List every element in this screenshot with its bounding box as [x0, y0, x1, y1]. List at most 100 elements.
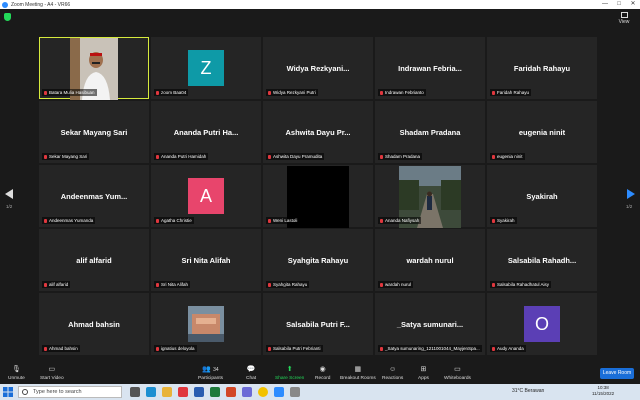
leave-room-button[interactable]: Leave Room — [600, 368, 634, 379]
muted-microphone-icon — [380, 90, 383, 95]
participant-tile[interactable]: Syahgita Rahayu Syahgita Rahayu — [263, 229, 373, 291]
word-icon[interactable] — [194, 387, 204, 397]
chrome-icon[interactable] — [258, 387, 268, 397]
participant-tile[interactable]: O Audy Ananda — [487, 293, 597, 355]
view-label: View — [618, 19, 630, 25]
muted-microphone-icon — [156, 218, 159, 223]
participant-display-name: Ashwita Dayu Pr... — [285, 128, 351, 137]
excel-icon[interactable] — [210, 387, 220, 397]
participant-name-label: Shadam Pradana — [378, 153, 423, 160]
participant-tile[interactable]: Ashwita Dayu Pr... Ashwita Dayu Pramudita — [263, 101, 373, 163]
breakout-rooms-button[interactable]: ▦ Breakout Rooms — [340, 365, 376, 381]
participant-tile[interactable]: Weni Lastoli — [263, 165, 373, 228]
participant-tile[interactable]: Salsabila Rahadh... Salsabila Rahadhatul … — [487, 229, 597, 291]
participants-icon: 👥 34 — [202, 366, 219, 373]
participant-name-label: Salsabila Rahadhatul Aisy — [490, 281, 552, 288]
powerpoint-icon[interactable] — [226, 387, 236, 397]
participant-gallery: Batara Mulia Hasibuan Zzoom Baa04 Widya Re… — [39, 37, 600, 360]
muted-microphone-icon — [380, 282, 383, 287]
muted-microphone-icon — [268, 154, 271, 159]
participant-tile[interactable]: wardah nurul wardah nurul — [375, 229, 485, 291]
whiteboards-button[interactable]: ▭ Whiteboards — [444, 365, 471, 381]
participant-name-label: Audy Ananda — [490, 345, 526, 352]
muted-microphone-icon — [44, 154, 47, 159]
participants-label: Participants — [198, 376, 224, 381]
participant-tile[interactable]: Faridah Rahayu Faridah Rahayu — [487, 37, 597, 99]
participant-display-name: Salsabila Rahadh... — [507, 256, 577, 265]
participant-tile[interactable]: alif alfarid alif alfarid — [39, 229, 149, 291]
app-gray-icon[interactable] — [290, 387, 300, 397]
zoom-taskbar-icon[interactable] — [274, 387, 284, 397]
participant-name-text: Audy Ananda — [497, 346, 524, 351]
muted-microphone-icon — [492, 346, 495, 351]
unmute-button[interactable]: 🎙 Unmute — [8, 365, 25, 381]
participants-button[interactable]: 👥 34 Participants — [198, 365, 223, 381]
next-page-arrow-icon[interactable] — [627, 189, 635, 199]
file-explorer-icon[interactable] — [162, 387, 172, 397]
participant-tile[interactable]: Sri Nita Alifah Sri Nita Alifah — [151, 229, 261, 291]
participant-name-text: Weni Lastoli — [273, 218, 298, 223]
participant-name-label: Indrawan Febrianto — [378, 89, 426, 96]
minimize-button[interactable]: — — [598, 0, 612, 9]
breakout-rooms-label: Breakout Rooms — [340, 376, 376, 381]
participant-tile[interactable]: Ananda Putri Ha... Ananda Putri Hamidah — [151, 101, 261, 163]
participant-display-name: Ananda Putri Ha... — [173, 128, 239, 137]
security-shield-icon[interactable] — [4, 13, 11, 21]
apps-button[interactable]: ⊞ Apps — [418, 365, 429, 381]
participant-tile[interactable]: Shadam Pradana Shadam Pradana — [375, 101, 485, 163]
clock-date: 11/15/2022 — [592, 391, 615, 396]
chat-button[interactable]: 💬 Chat — [246, 365, 256, 381]
microphone-muted-icon: 🎙 — [11, 366, 21, 373]
participant-tile[interactable]: Syakirah Syakirah — [487, 165, 597, 227]
participant-tile[interactable]: Andeenmas Yum... Andeenmas Yumanda — [39, 165, 149, 227]
start-video-button[interactable]: ▭ Start Video — [40, 365, 64, 381]
edge-browser-icon[interactable] — [146, 387, 156, 397]
participant-display-name: alif alfarid — [76, 256, 112, 265]
muted-microphone-icon — [156, 154, 159, 159]
chat-label: Chat — [246, 376, 257, 381]
participant-name-text: Ananda Nafiysah — [385, 218, 420, 223]
previous-page-arrow-icon[interactable] — [5, 189, 13, 199]
taskbar-search-input[interactable]: Type here to search — [18, 386, 122, 398]
participant-name-label: _Satya sumunaring_1211001044_MayjenSpa..… — [378, 345, 482, 352]
participant-name-text: Andeenmas Yumanda — [49, 218, 94, 223]
participant-name-label: Weni Lastoli — [266, 217, 300, 224]
participant-profile-picture — [188, 306, 224, 342]
page-indicator-right: 1/2 — [626, 204, 633, 209]
participant-tile[interactable]: Widya Rezkyani... Widya Rezkyani Putri — [263, 37, 373, 99]
participant-tile[interactable]: ignatius deloyola — [151, 293, 261, 355]
participant-name-label: wardah nurul — [378, 281, 414, 288]
apps-icon: ⊞ — [420, 366, 427, 373]
participant-tile[interactable]: A Agatha Christie — [151, 165, 261, 227]
teams-icon[interactable] — [242, 387, 252, 397]
view-button[interactable]: View — [614, 12, 634, 25]
participant-tile[interactable]: Batara Mulia Hasibuan — [39, 37, 149, 100]
system-clock[interactable]: 10:38 11/15/2022 — [592, 385, 614, 397]
weather-status[interactable]: 31°C Berawan — [512, 388, 544, 394]
record-button[interactable]: ◉ Record — [315, 365, 330, 381]
share-screen-button[interactable]: ⬆ Share Screen — [275, 365, 304, 381]
participant-name-text: Ahmad bahsin — [49, 346, 78, 351]
participant-tile[interactable]: Ananda Nafiysah — [375, 165, 485, 228]
participant-tile[interactable]: Sekar Mayang Sari Sekar Mayang Sari — [39, 101, 149, 163]
participant-name-label: Sri Nita Alifah — [154, 281, 191, 288]
windows-start-icon[interactable] — [3, 387, 13, 397]
zoom-logo-icon — [2, 1, 8, 8]
task-view-icon[interactable] — [130, 387, 140, 397]
participant-name-text: alif alfarid — [49, 282, 69, 287]
reactions-button[interactable]: ☺ Reactions — [382, 365, 403, 381]
participant-name-label: alif alfarid — [42, 281, 71, 288]
close-button[interactable]: ✕ — [626, 0, 640, 9]
maximize-button[interactable]: □ — [612, 0, 626, 9]
participant-tile[interactable]: Salsabila Putri F... Salsabila Putri Febr… — [263, 293, 373, 355]
app-red-icon[interactable] — [178, 387, 188, 397]
participant-tile[interactable]: Indrawan Febria... Indrawan Febrianto — [375, 37, 485, 99]
participant-tile[interactable]: Zzoom Baa04 — [151, 37, 261, 99]
participant-tile[interactable]: _Satya sumunari... _Satya sumunaring_1211… — [375, 293, 485, 355]
participant-display-name: Indrawan Febria... — [398, 64, 462, 73]
record-label: Record — [315, 376, 331, 381]
participant-tile[interactable]: Ahmad bahsin Ahmad bahsin — [39, 293, 149, 355]
participant-tile[interactable]: eugenia ninit eugenia ninit — [487, 101, 597, 163]
muted-microphone-icon — [268, 346, 271, 351]
muted-microphone-icon — [156, 346, 159, 351]
